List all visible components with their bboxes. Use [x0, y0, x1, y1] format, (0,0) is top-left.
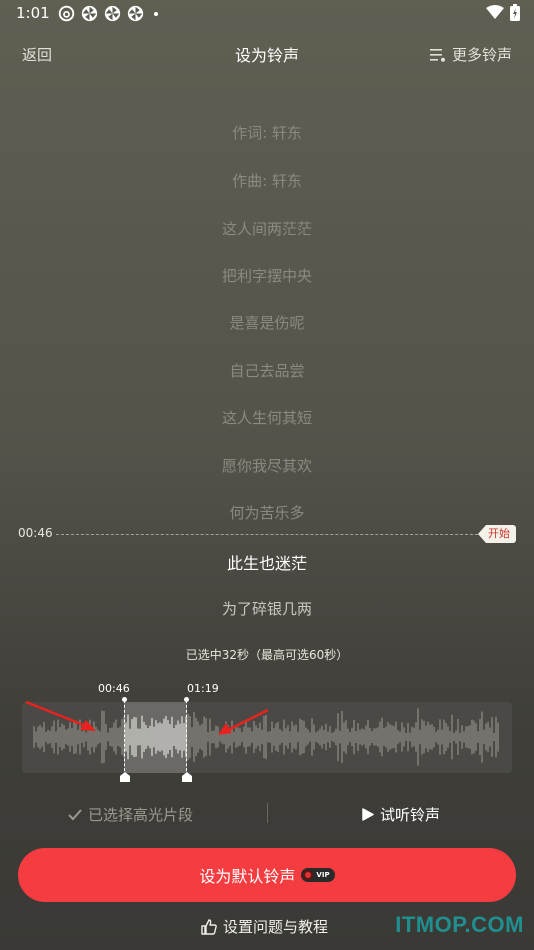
divider — [267, 803, 268, 823]
annotation-arrow-icon — [25, 700, 96, 731]
playhead-time: 00:46 — [18, 526, 53, 540]
help-tutorial-link[interactable]: 设置问题与教程 — [200, 916, 328, 937]
preview-ringtone-label: 试听铃声 — [380, 806, 441, 824]
vip-label: VIP — [316, 871, 330, 879]
pinwheel-icon — [81, 5, 98, 22]
lyric-line: 自己去品尝 — [229, 362, 305, 380]
netease-icon — [58, 5, 75, 22]
playhead-marker[interactable]: 00:46 开始 — [0, 525, 534, 545]
lyric-line: 愿你我尽其欢 — [221, 457, 312, 475]
selection-start-line — [124, 700, 125, 776]
set-default-ringtone-label: 设为默认铃声 — [199, 867, 296, 886]
lyric-line-active: 此生也迷茫 — [226, 554, 307, 573]
status-time: 1:01 — [16, 4, 50, 22]
status-icons-left — [58, 5, 158, 22]
pinwheel-icon — [127, 5, 144, 22]
preview-ringtone-button[interactable]: 试听铃声 — [362, 804, 440, 825]
highlight-selected-label: 已选择高光片段 — [88, 806, 194, 824]
selection-start-handle[interactable] — [120, 772, 130, 782]
lyric-line: 把利字摆中央 — [221, 267, 312, 285]
wifi-icon — [486, 5, 504, 19]
lyric-line: 作曲: 轩东 — [232, 172, 302, 190]
selected-segment[interactable] — [124, 702, 187, 773]
more-ringtones-button[interactable]: 更多铃声 — [429, 44, 512, 65]
segment-actions: 已选择高光片段 试听铃声 — [0, 800, 534, 828]
annotation-arrow-icon — [218, 708, 269, 735]
pinwheel-icon — [104, 5, 121, 22]
battery-charging-icon — [510, 4, 520, 21]
set-default-ringtone-button[interactable]: 设为默认铃声 VIP — [18, 848, 516, 902]
thumbs-up-icon — [201, 919, 217, 935]
check-icon — [68, 808, 82, 820]
selection-end-handle[interactable] — [182, 772, 192, 782]
lyric-line: 为了碎银几两 — [221, 600, 312, 618]
back-button[interactable]: 返回 — [22, 44, 52, 65]
lyric-line: 何为苦乐多 — [229, 504, 305, 522]
lyric-line: 作词: 轩东 — [232, 124, 302, 142]
more-ringtones-label: 更多铃声 — [451, 46, 512, 64]
selection-end-line — [186, 700, 187, 776]
lyric-line: 这人生何其短 — [221, 409, 312, 427]
notification-dot-icon — [154, 11, 158, 16]
header: 返回 设为铃声 更多铃声 — [0, 36, 534, 70]
status-bar: 1:01 — [0, 0, 534, 28]
play-icon — [362, 808, 374, 821]
vinyl-icon — [303, 870, 314, 880]
highlight-selected-button[interactable]: 已选择高光片段 — [68, 804, 193, 825]
playlist-icon — [429, 48, 445, 62]
selection-end-time: 01:19 — [187, 682, 219, 695]
help-tutorial-label: 设置问题与教程 — [223, 918, 329, 936]
playhead-line — [56, 534, 478, 535]
selection-start-time: 00:46 — [98, 682, 130, 695]
watermark-logo: ITMOP.COM — [395, 912, 524, 937]
lyric-line: 这人间两茫茫 — [221, 220, 312, 238]
start-tag[interactable]: 开始 — [478, 525, 516, 543]
lyric-line: 是喜是伤呢 — [229, 314, 305, 332]
selection-info: 已选中32秒（最高可选60秒） — [185, 648, 349, 662]
status-icons-right — [486, 4, 520, 21]
vip-badge: VIP — [301, 868, 335, 882]
